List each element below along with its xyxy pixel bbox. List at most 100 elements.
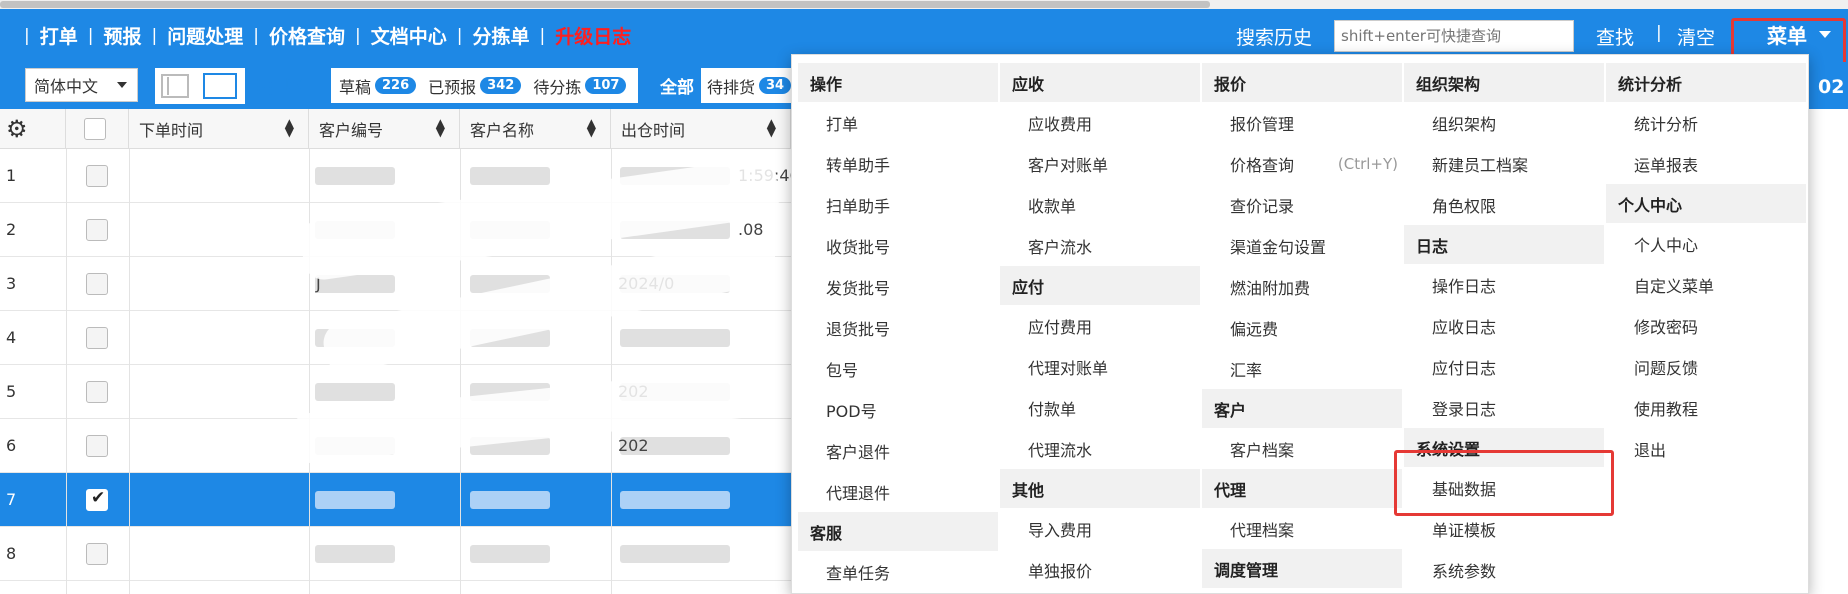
menu-item[interactable]: 报价管理 bbox=[1202, 102, 1402, 143]
menu-item[interactable]: 发货批号 bbox=[798, 266, 998, 307]
menu-item[interactable]: 退出 bbox=[1606, 428, 1806, 469]
status-tab[interactable]: 待分拣 107 bbox=[533, 74, 627, 98]
menu-item[interactable]: 使用教程 bbox=[1606, 387, 1806, 428]
menu-item[interactable]: 新建员工档案 bbox=[1404, 143, 1604, 184]
menu-item[interactable]: 客户流水 bbox=[1000, 225, 1200, 266]
column-divider bbox=[66, 149, 67, 594]
nav-item[interactable]: 分拣单 bbox=[472, 22, 529, 49]
column-header-order-time[interactable]: 下单时间 ▲ ▼ bbox=[129, 109, 309, 149]
menu-item[interactable]: 应收日志 bbox=[1404, 305, 1604, 346]
row-checkbox[interactable] bbox=[86, 543, 108, 565]
menu-item[interactable]: 客户对账单 bbox=[1000, 143, 1200, 184]
row-checkbox[interactable] bbox=[86, 219, 108, 241]
menu-item[interactable]: 收款单 bbox=[1000, 184, 1200, 225]
menu-item[interactable]: 退货批号 bbox=[798, 307, 998, 348]
status-tab[interactable]: 已预报 342 bbox=[428, 74, 522, 98]
status-tab[interactable]: 草稿 226 bbox=[339, 74, 417, 98]
nav-item-upgrade-log[interactable]: 升级日志 bbox=[555, 22, 631, 49]
row-number: 7 bbox=[6, 490, 17, 509]
nav-item[interactable]: 打单 bbox=[40, 22, 78, 49]
menu-item[interactable]: 汇率 bbox=[1202, 348, 1402, 389]
column-header-out-time[interactable]: 出仓时间 ▲ ▼ bbox=[611, 109, 791, 149]
row-checkbox[interactable]: ✔ bbox=[86, 488, 108, 511]
row-number: 6 bbox=[6, 436, 17, 455]
menu-item[interactable]: POD号 bbox=[798, 389, 998, 430]
menu-item[interactable]: 代理对账单 bbox=[1000, 346, 1200, 387]
nav-separator: | bbox=[1656, 23, 1662, 43]
nav-item[interactable]: 预报 bbox=[103, 22, 141, 49]
menu-item[interactable]: 包号 bbox=[798, 348, 998, 389]
menu-item[interactable]: 应付费用 bbox=[1000, 305, 1200, 346]
row-checkbox[interactable] bbox=[86, 273, 108, 295]
menu-item-label: 登录日志 bbox=[1432, 399, 1497, 419]
menu-item[interactable]: 操作日志 bbox=[1404, 264, 1604, 305]
menu-item[interactable]: 代理流水 bbox=[1000, 428, 1200, 469]
sort-icon[interactable]: ▲ ▼ bbox=[285, 117, 294, 138]
menu-item-label: 统计分析 bbox=[1634, 114, 1699, 134]
menu-item[interactable]: 打单 bbox=[798, 102, 998, 143]
menu-item[interactable]: 自定义菜单 bbox=[1606, 264, 1806, 305]
menu-item[interactable]: 问题反馈 bbox=[1606, 346, 1806, 387]
menu-item[interactable]: 客户退件 bbox=[798, 430, 998, 471]
scrollbar-thumb[interactable] bbox=[0, 1, 1210, 8]
language-select[interactable]: 简体中文 bbox=[25, 68, 138, 102]
menu-item[interactable]: 个人中心 bbox=[1606, 223, 1806, 264]
menu-item[interactable]: 应收费用 bbox=[1000, 102, 1200, 143]
table-row[interactable]: 8 bbox=[0, 527, 800, 581]
nav-item[interactable]: 问题处理 bbox=[167, 22, 243, 49]
menu-item[interactable]: 扫单助手 bbox=[798, 184, 998, 225]
menu-item[interactable]: 价格查询 (Ctrl+Y) bbox=[1202, 143, 1402, 184]
row-checkbox[interactable] bbox=[86, 165, 108, 187]
menu-item[interactable]: 转单助手 bbox=[798, 143, 998, 184]
menu-item[interactable]: 系统参数 bbox=[1404, 549, 1604, 590]
row-checkbox[interactable] bbox=[86, 327, 108, 349]
sort-icon[interactable]: ▲ ▼ bbox=[767, 117, 776, 138]
single-view-icon[interactable] bbox=[161, 74, 189, 98]
nav-item[interactable]: 文档中心 bbox=[371, 22, 447, 49]
search-input[interactable] bbox=[1334, 20, 1574, 52]
menu-item[interactable]: 角色权限 bbox=[1404, 184, 1604, 225]
select-all-checkbox[interactable] bbox=[84, 118, 106, 140]
mail-icon[interactable]: ✉ bbox=[285, 72, 305, 98]
table-row[interactable]: 7 ✔ bbox=[0, 473, 800, 527]
menu-item[interactable]: 登录日志 bbox=[1404, 387, 1604, 428]
menu-item[interactable]: 渠道金句设置 bbox=[1202, 225, 1402, 266]
menu-item[interactable]: 代理档案 bbox=[1202, 508, 1402, 549]
tab-pending[interactable]: 待排货 34 bbox=[701, 68, 801, 103]
menu-item[interactable]: 收货批号 bbox=[798, 225, 998, 266]
grid-icon[interactable]: ▦ bbox=[254, 72, 277, 98]
find-button[interactable]: 查找 bbox=[1596, 23, 1634, 50]
menu-item[interactable]: 查价记录 bbox=[1202, 184, 1402, 225]
sort-icon[interactable]: ▲ ▼ bbox=[587, 117, 596, 138]
menu-item[interactable]: 代理退件 bbox=[798, 471, 998, 512]
redacted-cell bbox=[470, 491, 550, 509]
nav-item[interactable]: 价格查询 bbox=[269, 22, 345, 49]
menu-section-heading: 应收 bbox=[1000, 63, 1200, 102]
column-header-customer-code[interactable]: 客户编号 ▲ ▼ bbox=[309, 109, 460, 149]
wide-view-icon[interactable] bbox=[203, 73, 237, 99]
menu-item-label: 应收日志 bbox=[1432, 317, 1497, 337]
menu-item[interactable]: 统计分析 bbox=[1606, 102, 1806, 143]
menu-item[interactable]: 应付日志 bbox=[1404, 346, 1604, 387]
row-checkbox[interactable] bbox=[86, 381, 108, 403]
menu-item[interactable]: 修改密码 bbox=[1606, 305, 1806, 346]
menu-item-label: 打单 bbox=[826, 114, 859, 134]
menu-item[interactable]: 查单任务 bbox=[798, 551, 998, 592]
search-history-link[interactable]: 搜索历史 bbox=[1236, 23, 1312, 50]
menu-item-label: 收货批号 bbox=[826, 237, 891, 257]
menu-item[interactable]: 客户档案 bbox=[1202, 428, 1402, 469]
column-divider bbox=[309, 149, 310, 594]
horizontal-scrollbar[interactable] bbox=[0, 0, 1848, 9]
menu-item[interactable]: 付款单 bbox=[1000, 387, 1200, 428]
menu-item[interactable]: 组织架构 bbox=[1404, 102, 1604, 143]
column-header-customer-name[interactable]: 客户名称 ▲ ▼ bbox=[460, 109, 611, 149]
menu-item[interactable]: 燃油附加费 bbox=[1202, 266, 1402, 307]
tab-all[interactable]: 全部 bbox=[653, 68, 701, 103]
row-checkbox[interactable] bbox=[86, 435, 108, 457]
menu-item[interactable]: 导入费用 bbox=[1000, 508, 1200, 549]
sort-icon[interactable]: ▲ ▼ bbox=[436, 117, 445, 138]
menu-item[interactable]: 运单报表 bbox=[1606, 143, 1806, 184]
menu-item[interactable]: 单独报价 bbox=[1000, 549, 1200, 590]
menu-item[interactable]: 偏远费 bbox=[1202, 307, 1402, 348]
clear-button[interactable]: 清空 bbox=[1677, 23, 1715, 50]
